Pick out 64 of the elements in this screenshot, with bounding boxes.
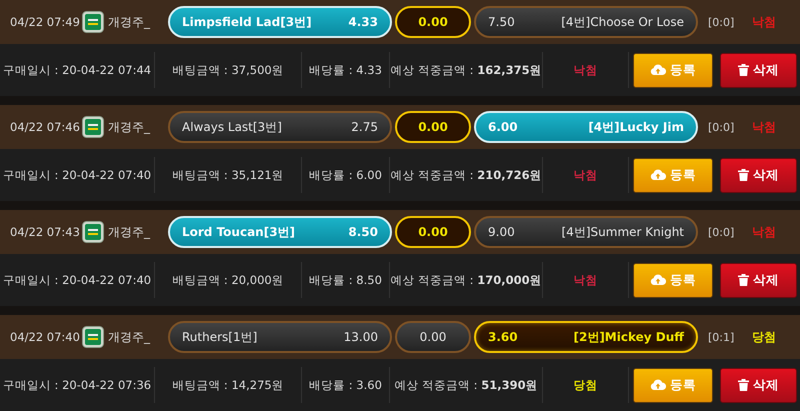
trash-icon [738, 64, 749, 76]
result-text: 낙첨 [752, 224, 776, 240]
odds-button[interactable]: 0.00 [395, 6, 471, 38]
bet-amount: 배팅금액 : 20,000원 [155, 262, 302, 298]
trash-icon [738, 169, 749, 181]
odds-button[interactable]: Lord Toucan[3번] 8.50 [168, 216, 392, 248]
game-logo-icon [82, 221, 104, 243]
result-text: 낙첨 [752, 14, 776, 30]
expected-winnings: 예상 적중금액 : 210,726원 [390, 157, 543, 193]
odds-button[interactable]: 0.00 [395, 321, 471, 353]
game-logo-icon [82, 11, 104, 33]
delete-button[interactable]: 삭제 [720, 158, 797, 192]
odds-button[interactable]: 6.00 [4번]Lucky Jim [474, 111, 698, 143]
odds-button[interactable]: 0.00 [395, 216, 471, 248]
match-time: 04/22 07:46 [10, 120, 80, 134]
cloud-upload-icon [650, 64, 666, 76]
game-name: 개경주_ [108, 328, 152, 346]
odds-rate: 배당률 : 4.33 [302, 52, 390, 88]
match-score: [0:0] [708, 120, 736, 134]
bet-amount: 배팅금액 : 14,275원 [155, 367, 302, 403]
bet-status: 낙첨 [543, 262, 629, 298]
match-time: 04/22 07:40 [10, 330, 80, 344]
odds-rate: 배당률 : 6.00 [302, 157, 390, 193]
trash-icon [738, 274, 749, 286]
expected-winnings: 예상 적중금액 : 51,390원 [390, 367, 543, 403]
delete-button[interactable]: 삭제 [720, 262, 797, 298]
odds-button[interactable]: 9.00 [4번]Summer Knight [474, 216, 698, 248]
expected-winnings: 예상 적중금액 : 162,375원 [390, 52, 543, 88]
bet-amount: 배팅금액 : 35,121원 [155, 157, 302, 193]
purchase-time: 구매일시 : 20-04-22 07:36 [0, 367, 155, 403]
game-name: 개경주_ [108, 118, 152, 136]
bet-status: 당첨 [543, 367, 629, 403]
game-logo-icon [82, 326, 104, 348]
odds-button[interactable]: Limpsfield Lad[3번] 4.33 [168, 6, 392, 38]
purchase-time: 구매일시 : 20-04-22 07:40 [0, 157, 155, 193]
odds-button[interactable]: 3.60 [2번]Mickey Duff [474, 321, 698, 353]
odds-rate: 배당률 : 8.50 [302, 262, 390, 298]
match-score: [0:1] [708, 330, 736, 344]
cloud-upload-icon [650, 379, 666, 391]
bet-status: 낙첨 [543, 52, 629, 88]
expected-winnings: 예상 적중금액 : 170,000원 [390, 262, 543, 298]
match-time: 04/22 07:49 [10, 15, 80, 29]
trash-icon [738, 379, 749, 391]
odds-button[interactable]: Always Last[3번] 2.75 [168, 111, 392, 143]
delete-button[interactable]: 삭제 [720, 52, 797, 88]
game-name: 개경주_ [108, 14, 152, 30]
cloud-upload-icon [650, 274, 666, 286]
purchase-time: 구매일시 : 20-04-22 07:40 [0, 262, 155, 298]
result-text: 당첨 [752, 328, 776, 346]
delete-button[interactable]: 삭제 [720, 368, 797, 402]
odds-button[interactable]: 0.00 [395, 111, 471, 143]
match-score: [0:0] [708, 226, 736, 238]
purchase-time: 구매일시 : 20-04-22 07:44 [0, 52, 155, 88]
bet-status: 낙첨 [543, 157, 629, 193]
game-name: 개경주_ [108, 224, 152, 240]
odds-button[interactable]: Ruthers[1번] 13.00 [168, 321, 392, 353]
odds-button[interactable]: 7.50 [4번]Choose Or Lose [474, 6, 698, 38]
cloud-upload-icon [650, 169, 666, 181]
odds-rate: 배당률 : 3.60 [302, 367, 390, 403]
bet-amount: 배팅금액 : 37,500원 [155, 52, 302, 88]
match-time: 04/22 07:43 [10, 225, 80, 239]
match-score: [0:0] [708, 16, 736, 28]
result-text: 낙첨 [752, 118, 776, 136]
game-logo-icon [82, 116, 104, 138]
